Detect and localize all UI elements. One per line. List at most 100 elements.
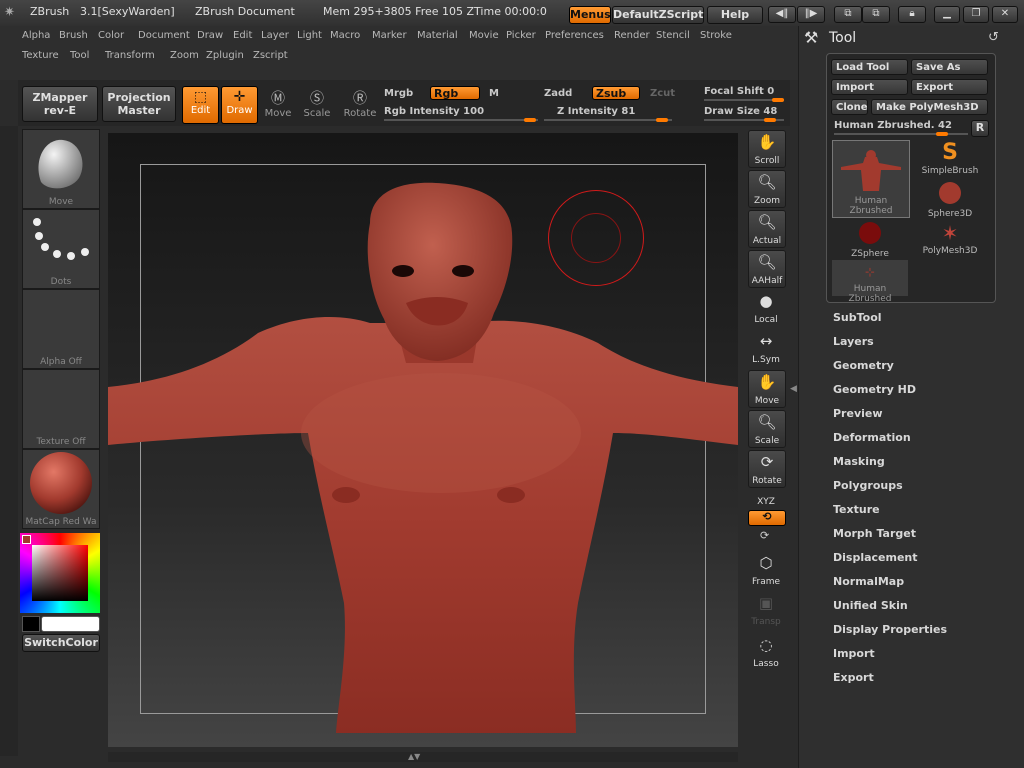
stroke-dots-thumbnail[interactable]: Dots	[22, 209, 100, 289]
close-icon[interactable]: ✕	[992, 6, 1018, 23]
material-thumbnail[interactable]: MatCap Red Wa	[22, 449, 100, 529]
layout-alt-icon[interactable]: ⧉	[862, 6, 890, 23]
local-button[interactable]: ● Local	[748, 290, 784, 326]
rgb-intensity-label[interactable]: Rgb Intensity 100	[384, 106, 484, 117]
menu-alpha[interactable]: Alpha	[22, 30, 50, 41]
zoom-button[interactable]: 🔍︎ Zoom	[748, 170, 786, 208]
menu-movie[interactable]: Movie	[469, 30, 499, 41]
tool-polymesh3d[interactable]: ✶ PolyMesh3D	[912, 220, 988, 258]
lsym-button[interactable]: ↔ L.Sym	[748, 330, 784, 366]
scroll-button[interactable]: ✋ Scroll	[748, 130, 786, 168]
zadd-button[interactable]: Zadd	[544, 88, 572, 99]
transp-button[interactable]: ▣ Transp	[748, 592, 784, 628]
clone-button[interactable]: Clone	[831, 99, 868, 115]
menu-transform[interactable]: Transform	[105, 50, 155, 61]
move-view-button[interactable]: ✋ Move	[748, 370, 786, 408]
current-tool-slider-label[interactable]: Human Zbrushed. 42	[834, 120, 952, 131]
rgb-intensity-slider[interactable]	[384, 119, 538, 121]
scale-view-button[interactable]: 🔍︎ Scale	[748, 410, 786, 448]
bottom-tray-handle[interactable]: ▲▼	[108, 752, 738, 762]
minimize-icon[interactable]: ▁	[934, 6, 960, 23]
tool-simplebrush[interactable]: S SimpleBrush	[912, 140, 988, 178]
menu-picker[interactable]: Picker	[506, 30, 536, 41]
menu-brush[interactable]: Brush	[59, 30, 88, 41]
load-tool-button[interactable]: Load Tool	[831, 59, 908, 75]
collapse-left-icon[interactable]: ◀	[790, 384, 797, 394]
rotate-y-button[interactable]: ⟲	[748, 510, 786, 526]
scroll-right-icon[interactable]: ‖▶	[797, 6, 825, 23]
section-texture[interactable]: Texture	[833, 503, 880, 516]
human-model[interactable]	[108, 133, 738, 747]
draw-button[interactable]: ✛ Draw	[221, 86, 258, 124]
scale-mode-button[interactable]: Ⓢ Scale	[301, 88, 333, 119]
menus-button[interactable]: Menus	[569, 6, 611, 24]
z-intensity-label[interactable]: Z Intensity 81	[557, 106, 635, 117]
frame-button[interactable]: ⬡ Frame	[748, 552, 784, 588]
saturation-square[interactable]	[32, 545, 88, 601]
import-button[interactable]: Import	[831, 79, 908, 95]
rotate-mode-button[interactable]: Ⓡ Rotate	[343, 88, 377, 119]
tool-zsphere[interactable]: ZSphere	[832, 220, 908, 259]
tray-toggle-icon[interactable]: ▲▼	[408, 752, 420, 761]
draw-size-knob[interactable]	[764, 118, 776, 122]
section-preview[interactable]: Preview	[833, 407, 883, 420]
section-morph-target[interactable]: Morph Target	[833, 527, 916, 540]
section-unified-skin[interactable]: Unified Skin	[833, 599, 908, 612]
section-export[interactable]: Export	[833, 671, 874, 684]
menu-marker[interactable]: Marker	[372, 30, 407, 41]
color-picker[interactable]	[20, 533, 100, 613]
alpha-thumbnail[interactable]: Alpha Off	[22, 289, 100, 369]
menu-zoom[interactable]: Zoom	[170, 50, 199, 61]
m-button[interactable]: M	[489, 88, 499, 99]
section-polygroups[interactable]: Polygroups	[833, 479, 903, 492]
texture-thumbnail[interactable]: Texture Off	[22, 369, 100, 449]
menu-light[interactable]: Light	[297, 30, 322, 41]
section-masking[interactable]: Masking	[833, 455, 885, 468]
menu-draw[interactable]: Draw	[197, 30, 223, 41]
tool-sphere3d[interactable]: Sphere3D	[912, 180, 988, 219]
lock-icon[interactable]: 🔒︎	[898, 6, 926, 23]
actual-button[interactable]: 🔍︎ Actual	[748, 210, 786, 248]
menu-texture[interactable]: Texture	[22, 50, 59, 61]
save-as-button[interactable]: Save As	[911, 59, 988, 75]
menu-render[interactable]: Render	[614, 30, 650, 41]
menu-document[interactable]: Document	[138, 30, 190, 41]
mrgb-button[interactable]: Mrgb	[384, 88, 413, 99]
switch-color-button[interactable]: SwitchColor	[22, 634, 100, 652]
zsub-button[interactable]: Zsub	[592, 86, 640, 100]
menu-tool[interactable]: Tool	[70, 50, 89, 61]
zmapper-button[interactable]: ZMapper rev-E	[22, 86, 98, 122]
restore-icon[interactable]: ❐	[963, 6, 989, 23]
current-tool-knob[interactable]	[936, 132, 948, 136]
brush-move-thumbnail[interactable]: Move	[22, 129, 100, 209]
menu-edit[interactable]: Edit	[233, 30, 252, 41]
section-displacement[interactable]: Displacement	[833, 551, 918, 564]
menu-preferences[interactable]: Preferences	[545, 30, 604, 41]
lasso-button[interactable]: ◌ Lasso	[748, 634, 784, 670]
menu-macro[interactable]: Macro	[330, 30, 360, 41]
section-subtool[interactable]: SubTool	[833, 311, 882, 324]
menu-layer[interactable]: Layer	[261, 30, 289, 41]
aahalf-button[interactable]: 🔍︎ AAHalf	[748, 250, 786, 288]
menu-stroke[interactable]: Stroke	[700, 30, 732, 41]
move-mode-button[interactable]: Ⓜ Move	[262, 88, 294, 119]
reset-icon[interactable]: ↺	[988, 30, 999, 45]
section-normalmap[interactable]: NormalMap	[833, 575, 904, 588]
edit-button[interactable]: ⬚ Edit	[182, 86, 219, 124]
menu-color[interactable]: Color	[98, 30, 124, 41]
projection-master-button[interactable]: Projection Master	[102, 86, 176, 122]
focal-shift-slider-label[interactable]: Focal Shift 0	[704, 86, 774, 97]
export-button[interactable]: Export	[911, 79, 988, 95]
section-layers[interactable]: Layers	[833, 335, 874, 348]
default-zscript-button[interactable]: DefaultZScript	[612, 6, 704, 24]
r-button[interactable]: R	[971, 120, 989, 137]
layout-icon[interactable]: ⧉	[834, 6, 862, 23]
rgb-button[interactable]: Rgb	[430, 86, 480, 100]
rotate-z-icon[interactable]: ⟳	[760, 529, 769, 542]
draw-size-label[interactable]: Draw Size 48	[704, 106, 777, 117]
focal-shift-knob[interactable]	[772, 98, 784, 102]
tool-human-zbrushed-2[interactable]: ⊹ Human Zbrushed	[832, 260, 908, 304]
z-intensity-slider[interactable]	[544, 119, 672, 121]
rotate-view-button[interactable]: ⟳ Rotate	[748, 450, 786, 488]
xyz-button[interactable]: XYZ	[748, 490, 784, 508]
